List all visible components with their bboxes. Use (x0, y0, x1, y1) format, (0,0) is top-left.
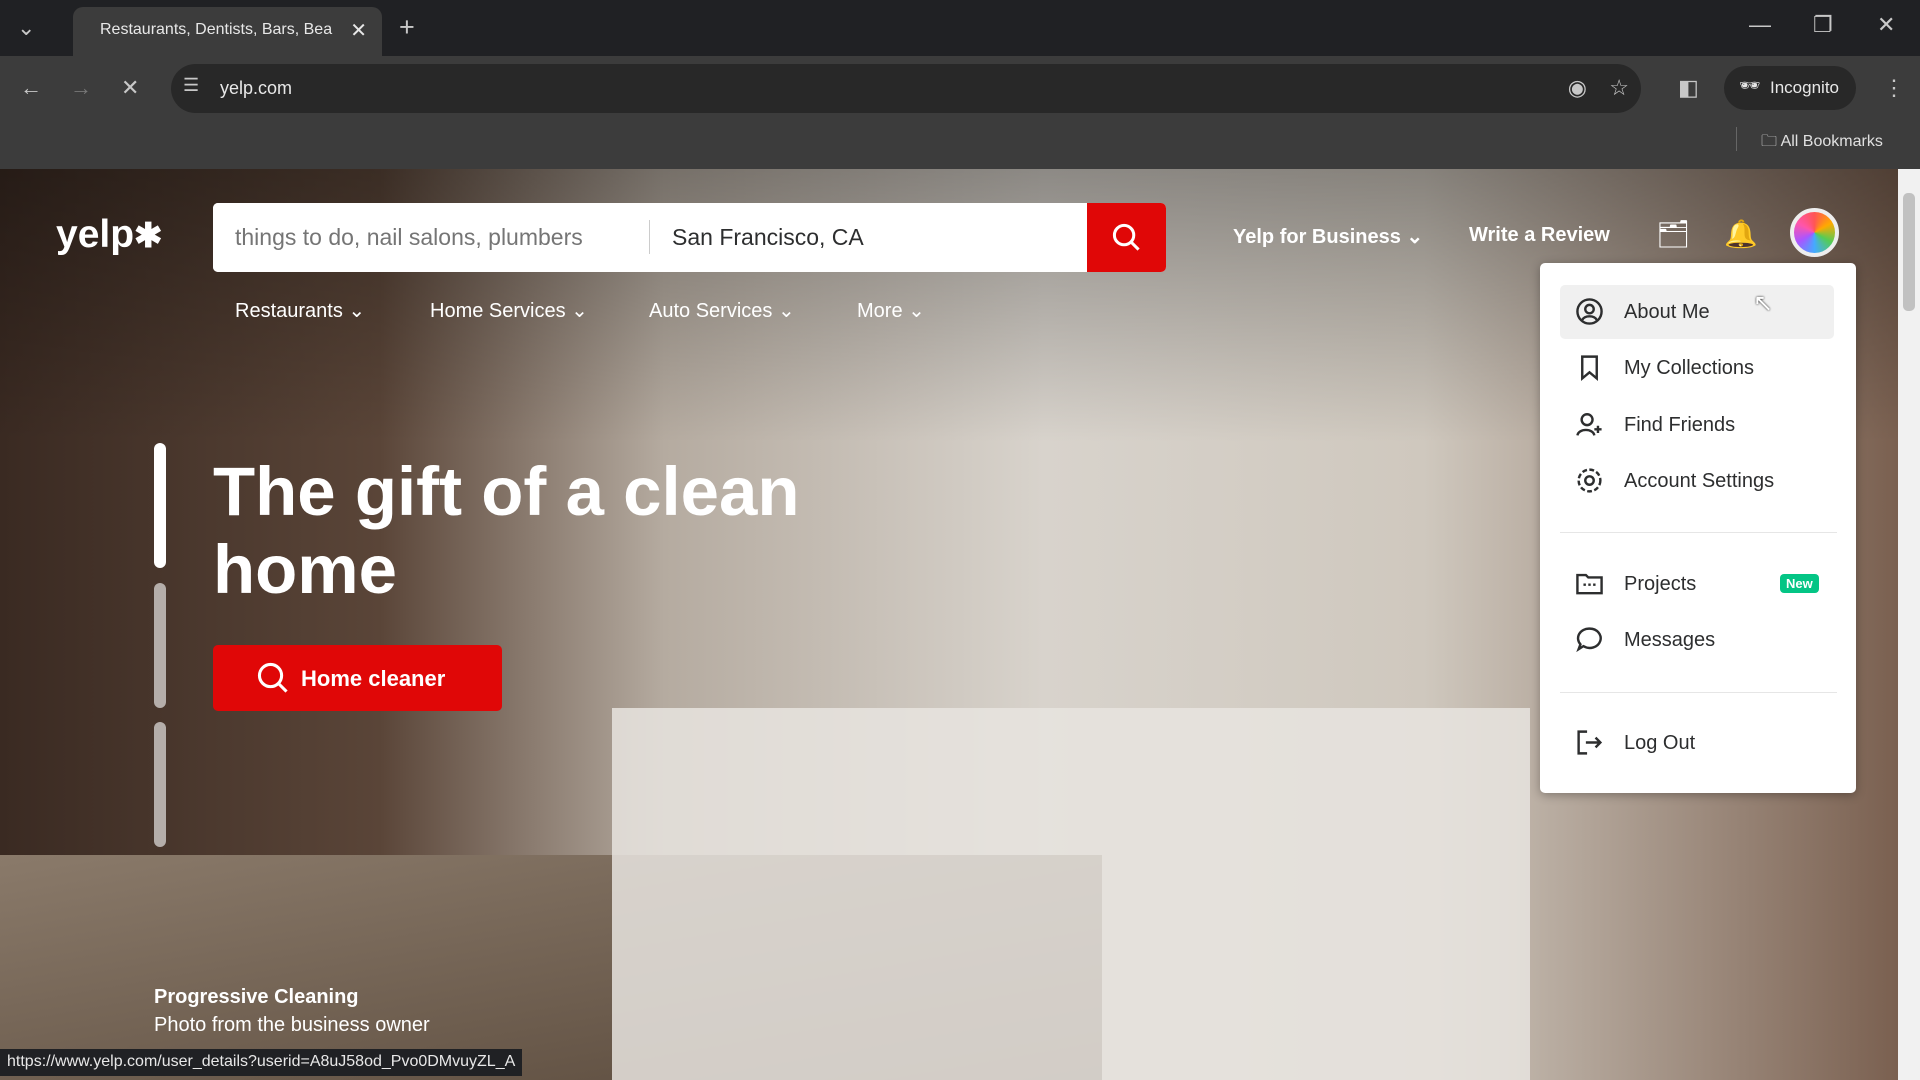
tab-yelp[interactable]: Restaurants, Dentists, Bars, Bea ✕ (73, 7, 382, 56)
divider (649, 220, 650, 254)
scrollbar-thumb[interactable] (1903, 193, 1915, 311)
chevron-down-icon: ⌄ (777, 300, 795, 322)
search-input[interactable] (213, 203, 649, 272)
divider (1560, 692, 1837, 693)
divider (1736, 127, 1737, 151)
write-review-link[interactable]: Write a Review (1469, 224, 1610, 247)
search-icon (257, 662, 288, 693)
hero-title: The gift of a clean home (213, 453, 800, 608)
chevron-down-icon: ⌄ (571, 300, 588, 322)
bell-icon[interactable]: 🔔 (1724, 218, 1758, 250)
carousel-indicator[interactable] (154, 722, 166, 847)
menu-item-my-collections[interactable]: My Collections (1560, 341, 1834, 395)
yelp-for-business[interactable]: Yelp for Business ⌄ (1233, 224, 1423, 249)
nav-more[interactable]: More ⌄ (857, 298, 925, 323)
all-bookmarks[interactable]: 🗀 All Bookmarks (1761, 130, 1883, 157)
menu-item-find-friends[interactable]: Find Friends (1560, 398, 1834, 452)
chevron-down-icon: ⌄ (1406, 226, 1424, 248)
tab-search-icon[interactable]: ⌄ (17, 15, 35, 41)
side-panel-icon[interactable]: ◧ (1678, 75, 1699, 101)
gear-icon (1577, 468, 1602, 493)
user-circle-icon (1576, 298, 1603, 325)
avatar[interactable] (1790, 208, 1839, 257)
eye-off-icon[interactable]: ◉ (1568, 75, 1587, 101)
scrollbar[interactable] (1898, 169, 1920, 1080)
nav-home-services[interactable]: Home Services ⌄ (430, 298, 588, 323)
close-window-icon[interactable]: ✕ (1877, 12, 1895, 38)
bookmark-icon (1581, 355, 1598, 381)
logout-icon (1577, 730, 1603, 755)
burst-icon: ✱ (134, 217, 163, 255)
address-bar[interactable]: ☰ yelp.com ◉ ☆ (171, 64, 1641, 113)
menu-item-messages[interactable]: Messages (1560, 613, 1834, 667)
minimize-icon[interactable]: — (1749, 12, 1771, 38)
menu-item-account-settings[interactable]: Account Settings (1560, 454, 1834, 508)
photo-caption: Photo from the business owner (154, 1014, 430, 1036)
projects-icon[interactable]: 🗂 (1656, 218, 1690, 250)
search-icon (1112, 223, 1140, 251)
new-badge: New (1780, 574, 1819, 593)
star-icon[interactable]: ☆ (1609, 75, 1629, 101)
menu-item-log-out[interactable]: Log Out (1560, 716, 1834, 770)
site-info-icon[interactable]: ☰ (183, 75, 199, 96)
home-cleaner-button[interactable]: Home cleaner (213, 645, 502, 711)
nav-restaurants[interactable]: Restaurants ⌄ (235, 298, 365, 323)
more-menu-icon[interactable]: ⋮ (1883, 75, 1905, 101)
menu-item-about-me[interactable]: About Me (1560, 285, 1834, 339)
folder-icon: 🗀 (1761, 133, 1781, 150)
forward-icon[interactable]: → (70, 75, 92, 101)
incognito-icon: 🕶 (1739, 76, 1761, 95)
business-name-link[interactable]: Progressive Cleaning (154, 986, 359, 1009)
carousel-indicator[interactable] (154, 583, 166, 708)
restore-icon[interactable]: ❐ (1813, 12, 1833, 38)
user-dropdown-menu: About Me My Collections Find Friends Acc… (1540, 263, 1856, 793)
mouse-cursor: ↖ (1753, 290, 1774, 317)
add-friend-icon (1576, 413, 1602, 436)
menu-item-projects[interactable]: Projects New (1560, 557, 1834, 611)
back-icon[interactable]: ← (20, 75, 42, 101)
yelp-logo[interactable]: yelp✱ (56, 213, 163, 257)
new-tab-icon[interactable]: + (399, 12, 415, 43)
carousel-indicator-active[interactable] (154, 443, 166, 568)
incognito-badge[interactable]: 🕶 Incognito (1724, 66, 1856, 110)
search-button[interactable] (1087, 203, 1166, 272)
chat-icon (1576, 627, 1602, 653)
projects-icon (1576, 573, 1603, 595)
island-photo (612, 708, 1530, 1080)
stop-icon[interactable]: ✕ (121, 75, 139, 101)
chevron-down-icon: ⌄ (348, 300, 366, 322)
chevron-down-icon: ⌄ (908, 300, 925, 322)
location-input[interactable]: San Francisco, CA (672, 224, 864, 251)
status-bar: https://www.yelp.com/user_details?userid… (0, 1049, 523, 1076)
divider (1560, 532, 1837, 533)
search-bar: San Francisco, CA (213, 203, 1166, 272)
nav-auto-services[interactable]: Auto Services ⌄ (649, 298, 795, 323)
close-tab-icon[interactable]: ✕ (350, 18, 367, 43)
